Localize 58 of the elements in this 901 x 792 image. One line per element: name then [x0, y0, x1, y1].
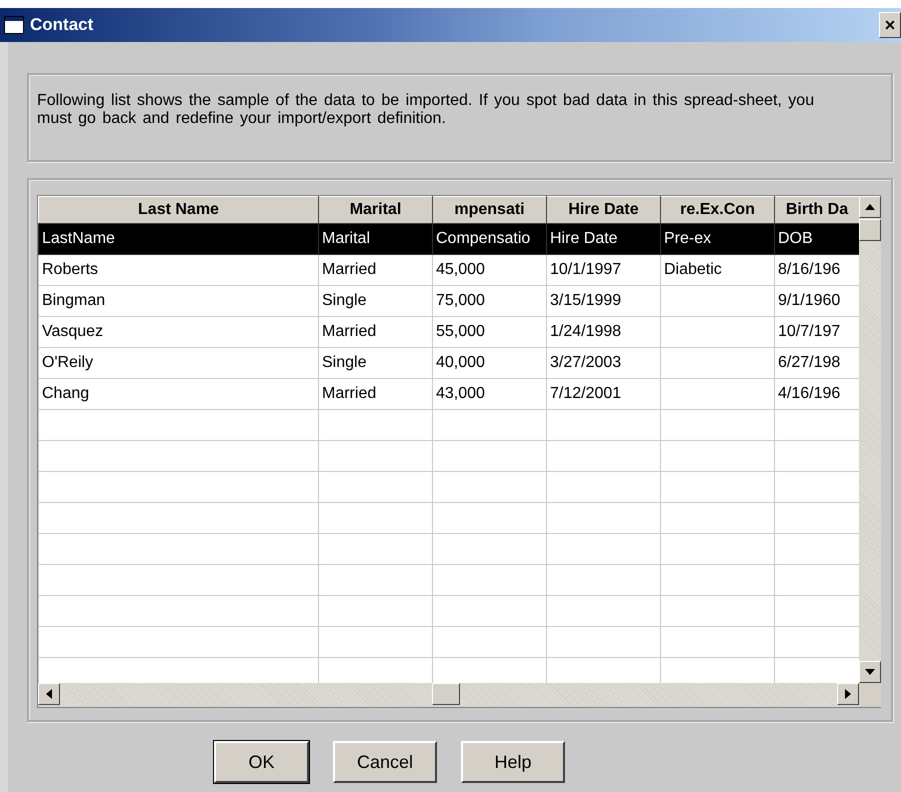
table-cell: 9/1/1960 [778, 292, 840, 309]
scroll-up-button[interactable] [859, 196, 881, 218]
table-cell: DOB [778, 230, 813, 247]
table-cell: O'Reily [42, 354, 94, 371]
table-cell: Married [322, 385, 376, 402]
column-header[interactable]: mpensati [432, 196, 546, 224]
column-header[interactable]: Marital [318, 196, 432, 224]
vertical-scrollbar[interactable] [859, 196, 881, 683]
table-cell: Roberts [42, 261, 98, 278]
window-icon [4, 16, 24, 34]
table-cell: Married [322, 323, 376, 340]
down-arrow-icon [865, 669, 875, 675]
scrollbar-corner [859, 683, 881, 707]
column-header[interactable]: Birth Da [774, 196, 859, 224]
table-cell: 6/27/198 [778, 354, 840, 371]
table-cell: Bingman [42, 292, 106, 309]
table-cell: Diabetic [664, 261, 722, 278]
column-header[interactable]: re.Ex.Con [660, 196, 774, 224]
table-cell: Chang [42, 385, 90, 402]
scroll-thumb[interactable] [859, 219, 881, 241]
left-arrow-icon [46, 689, 52, 699]
table-cell: 1/24/1998 [550, 323, 622, 340]
table-cell: 8/16/196 [778, 261, 840, 278]
dialog-button[interactable]: Cancel [333, 741, 437, 783]
table-cell: Vasquez [42, 323, 104, 340]
table-cell: 3/15/1999 [550, 292, 622, 309]
table-cell: 10/7/197 [778, 323, 840, 340]
scroll-thumb[interactable] [432, 683, 460, 705]
up-arrow-icon [865, 204, 875, 210]
table-cell: Single [322, 292, 366, 309]
table-cell: 10/1/1997 [550, 261, 622, 278]
scroll-left-button[interactable] [38, 683, 60, 705]
table-cell: LastName [42, 230, 115, 247]
table-cell: Pre-ex [664, 230, 712, 247]
table-cell: Hire Date [550, 230, 618, 247]
column-header[interactable]: Last Name [38, 196, 318, 224]
table-cell: 4/16/196 [778, 385, 840, 402]
table-cell: 55,000 [436, 323, 485, 340]
dialog-button[interactable]: Help [461, 741, 565, 783]
window-title: Contact [30, 14, 94, 36]
table-cell: Marital [322, 230, 370, 247]
table-cell: 75,000 [436, 292, 485, 309]
table-cell: 3/27/2003 [550, 354, 622, 371]
right-arrow-icon [845, 689, 851, 699]
close-button[interactable]: × [879, 12, 901, 38]
table-cell: 40,000 [436, 354, 485, 371]
horizontal-scrollbar[interactable] [38, 683, 859, 707]
scroll-down-button[interactable] [859, 661, 881, 683]
table-cell: 7/12/2001 [550, 385, 622, 402]
table-cell: Single [322, 354, 366, 371]
scroll-right-button[interactable] [837, 683, 859, 705]
column-header[interactable]: Hire Date [546, 196, 660, 224]
table-cell: 43,000 [436, 385, 485, 402]
instruction-text: Following list shows the sample of the data to be imported. If you spot bad data in this spread-sheet, you must go back and redefine your import/export definition. [37, 92, 816, 128]
dialog-button[interactable]: OK [214, 741, 309, 783]
table-cell: Married [322, 261, 376, 278]
table-cell: 45,000 [436, 261, 485, 278]
table-cell: Compensatio [436, 230, 530, 247]
